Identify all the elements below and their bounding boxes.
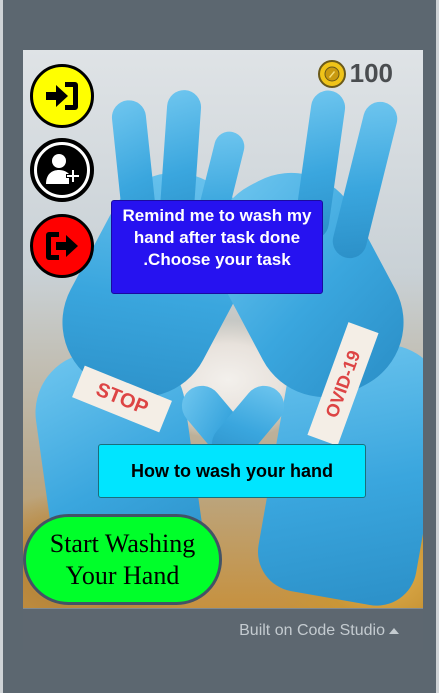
coin-counter: 100 [317, 58, 393, 89]
app-screen: STOP OVID-19 100 Remind me to wash my ha… [23, 50, 423, 608]
sign-in-button[interactable] [30, 64, 94, 128]
footer-bar: Built on Code Studio [23, 608, 423, 650]
remind-task-button[interactable]: Remind me to wash my hand after task don… [111, 200, 323, 294]
caret-up-icon [389, 628, 399, 634]
frame-edge-left [0, 0, 8, 693]
sign-out-icon [46, 232, 78, 260]
start-washing-label: Start Washing Your Hand [49, 528, 196, 590]
add-user-button[interactable] [30, 138, 94, 202]
add-user-icon [46, 154, 80, 184]
frame-edge-right [431, 0, 439, 693]
coin-count: 100 [349, 58, 393, 88]
sign-out-button[interactable] [30, 214, 94, 278]
footer-divider [23, 608, 423, 609]
built-on-code-studio-link[interactable]: Built on Code Studio [239, 622, 399, 640]
how-to-wash-label: How to wash your hand [130, 460, 333, 481]
start-washing-button[interactable]: Start Washing Your Hand [23, 514, 222, 605]
coin-icon [317, 59, 346, 88]
how-to-wash-button[interactable]: How to wash your hand [98, 444, 366, 498]
sign-in-icon [46, 82, 78, 110]
built-on-label: Built on Code Studio [239, 622, 385, 639]
